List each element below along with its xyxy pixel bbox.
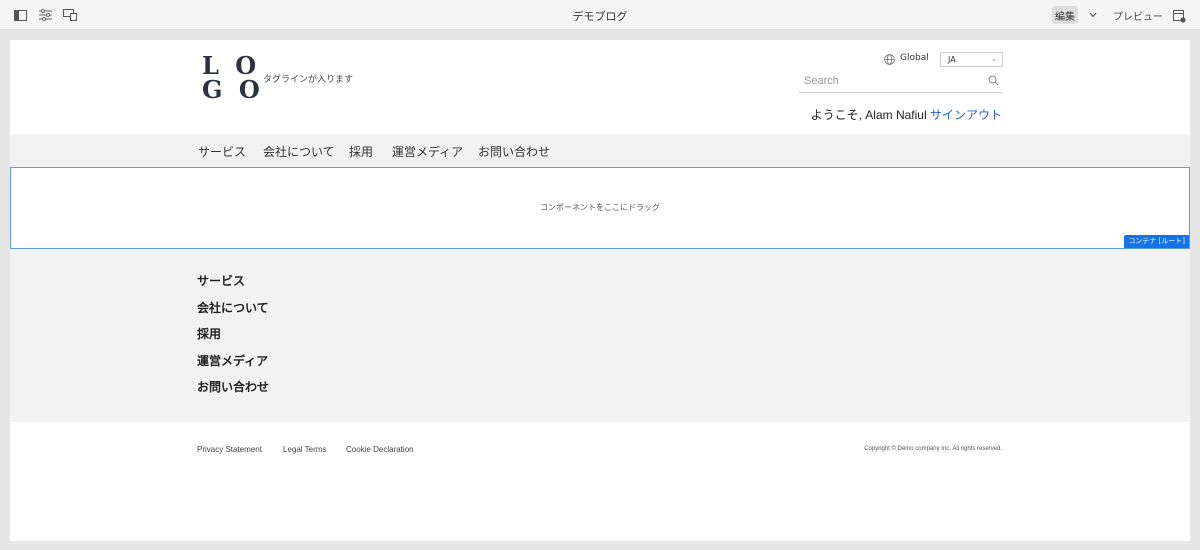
page-info-icon[interactable] (1173, 8, 1187, 23)
globe-icon (884, 54, 895, 65)
edit-mode-button[interactable]: 編集 (1052, 6, 1078, 24)
signout-link[interactable]: サインアウト (930, 108, 1002, 122)
language-value: JA (948, 55, 956, 64)
container-root-badge[interactable]: コンテナ [ルート] (1124, 235, 1189, 248)
footer-nav: サービス 会社について 採用 運営メディア お問い合わせ (10, 249, 1190, 422)
search-box (799, 70, 1002, 93)
page-title: デモブログ (572, 10, 628, 23)
dropzone-hint: コンポーネントをここにドラッグ (540, 203, 660, 212)
nav-item-media[interactable]: 運営メディア (392, 143, 463, 160)
properties-icon[interactable] (38, 8, 52, 22)
main-nav: サービス 会社について 採用 運営メディア お問い合わせ (10, 134, 1190, 167)
footer-nav-careers[interactable]: 採用 (197, 325, 221, 342)
cookie-link[interactable]: Cookie Declaration (346, 445, 414, 454)
chevron-down-icon[interactable] (1086, 8, 1100, 22)
emulator-icon[interactable] (63, 8, 77, 22)
nav-item-contact[interactable]: お問い合わせ (478, 143, 550, 160)
chevron-down-icon: ⌄ (991, 55, 997, 63)
footer-nav-about[interactable]: 会社について (197, 299, 269, 316)
site-logo[interactable]: L O G O (202, 54, 264, 102)
region-label: Global (900, 53, 929, 63)
footer-nav-contact[interactable]: お問い合わせ (197, 378, 269, 395)
legal-terms-link[interactable]: Legal Terms (283, 445, 326, 454)
language-select[interactable]: JA ⌄ (940, 52, 1003, 67)
footer-nav-media[interactable]: 運営メディア (197, 352, 268, 369)
nav-item-about[interactable]: 会社について (263, 143, 335, 160)
tagline: タグラインが入ります (263, 75, 354, 85)
side-panel-icon[interactable] (13, 8, 27, 22)
nav-item-careers[interactable]: 採用 (349, 143, 373, 160)
editor-toolbar: デモブログ 編集 プレビュー (0, 0, 1200, 30)
privacy-link[interactable]: Privacy Statement (197, 445, 262, 454)
welcome-text: ようこそ, Alam Nafiul (810, 108, 930, 122)
page-canvas: L O G O タグラインが入ります Global JA ⌄ ようこそ, Ala… (10, 40, 1190, 541)
search-icon[interactable] (988, 75, 999, 86)
nav-item-services[interactable]: サービス (198, 143, 246, 160)
copyright-text: Copyright © Demo company Inc. All rights… (864, 446, 1002, 452)
component-dropzone[interactable]: コンポーネントをここにドラッグ コンテナ [ルート] (10, 167, 1190, 249)
welcome-message: ようこそ, Alam Nafiul サインアウト (811, 106, 1002, 123)
footer-nav-services[interactable]: サービス (197, 272, 245, 289)
search-input[interactable] (799, 70, 979, 92)
preview-button[interactable]: プレビュー (1113, 8, 1163, 23)
logo-line-2: G O (202, 75, 264, 104)
